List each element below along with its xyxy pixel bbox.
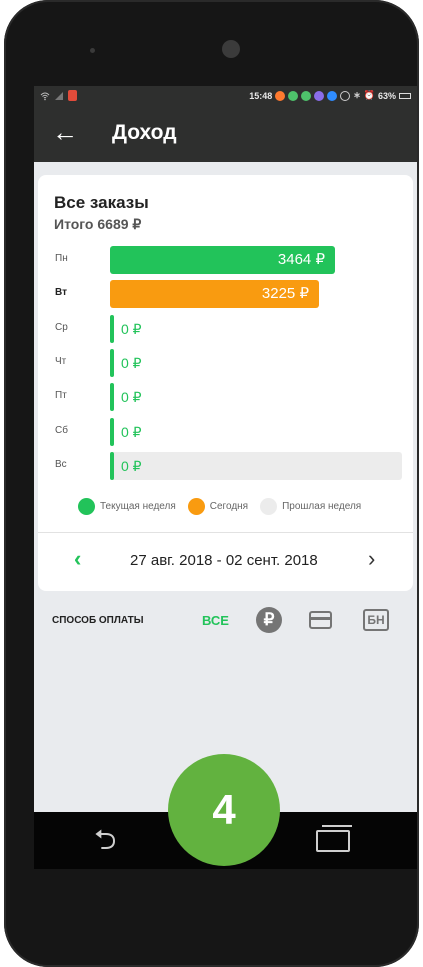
day-bar (110, 417, 114, 446)
day-value: 0 ₽ (121, 457, 142, 474)
day-label: Вс (55, 458, 67, 470)
status-right: 15:48 ∗ ⏰ 63% (249, 90, 411, 101)
battery-level: 63% (377, 90, 396, 101)
clock: 15:48 (249, 90, 273, 101)
signal-icon (54, 91, 64, 101)
chevron-right-icon[interactable]: › (368, 548, 375, 570)
day-value: 0 ₽ (121, 389, 142, 406)
day-label: Чт (55, 355, 67, 367)
alert-battery-icon (68, 90, 77, 101)
day-bar (110, 383, 114, 412)
legend-swatch (78, 498, 95, 515)
week-range: 27 авг. 2018 - 02 сент. 2018 (130, 552, 318, 569)
orders-title: Все заказы (54, 193, 149, 212)
app-screen: 15:48 ∗ ⏰ 63% ← Доход Все заказы Итого 6… (34, 86, 417, 869)
step-badge: 4 (168, 754, 280, 866)
back-icon[interactable]: ⮌ (94, 826, 116, 854)
legend-label: Текущая неделя (100, 501, 176, 512)
chart-legend: Текущая неделя Сегодня Прошлая неделя (78, 498, 367, 515)
day-value: 0 ₽ (121, 354, 142, 371)
day-label: Пт (55, 390, 67, 402)
chart-row: Пт 0 ₽ (38, 383, 413, 412)
day-value: 0 ₽ (121, 423, 142, 440)
day-label: Ср (55, 321, 68, 333)
legend-swatch (260, 498, 278, 515)
status-bar: 15:48 ∗ ⏰ 63% (34, 86, 417, 106)
income-card: Все заказы Итого 6689 ₽ Пн 3464 ₽ Вт 3225 ₽… (38, 175, 413, 591)
battery-icon (399, 92, 411, 99)
day-label: Пн (55, 253, 68, 264)
day-bar: 3225 ₽ (110, 280, 319, 309)
sync-icon (340, 90, 351, 101)
notification-icon (275, 90, 286, 101)
legend-label: Прошлая неделя (282, 501, 362, 512)
chart-row: Ср 0 ₽ (38, 314, 413, 343)
day-bar (110, 314, 114, 343)
day-bar (110, 451, 114, 480)
wifi-icon (40, 91, 50, 101)
chevron-left-icon[interactable]: ‹ (74, 548, 81, 570)
chart-row: Вт 3225 ₽ (38, 280, 413, 309)
chart-row: Чт 0 ₽ (38, 348, 413, 377)
arrow-left-icon[interactable]: ← (52, 118, 78, 146)
status-left (40, 90, 77, 101)
page-title: Доход (112, 121, 177, 144)
bluetooth-icon: ∗ (353, 90, 361, 100)
payment-method-label: СПОСОБ ОПЛАТЫ (52, 615, 144, 626)
day-label: Сб (55, 424, 68, 436)
divider (38, 532, 413, 533)
legend-swatch (187, 498, 205, 515)
payment-all-button[interactable]: ВСЕ (202, 613, 229, 628)
day-label: Вт (55, 287, 67, 299)
day-bar (110, 348, 114, 377)
legend-label: Сегодня (209, 501, 249, 512)
notification-icon (288, 90, 299, 101)
day-bar: 3464 ₽ (110, 246, 335, 274)
day-value: 0 ₽ (121, 320, 142, 337)
sensor-dot (90, 48, 95, 53)
legend-today: Сегодня (187, 498, 249, 515)
notification-icon (327, 90, 338, 101)
credit-card-icon[interactable] (309, 611, 332, 629)
legend-last-week: Прошлая неделя (260, 498, 361, 515)
alarm-icon: ⏰ (363, 90, 375, 100)
chart-row: Пн 3464 ₽ (38, 246, 413, 274)
recent-apps-icon[interactable] (316, 825, 352, 852)
chart-row: Сб 0 ₽ (38, 417, 413, 446)
cashless-button[interactable]: БН (363, 609, 389, 631)
orders-total: Итого 6689 ₽ (54, 216, 142, 232)
chart-row: Вс 0 ₽ (38, 451, 413, 480)
viber-icon (314, 90, 325, 101)
last-week-bar (110, 451, 402, 480)
app-bar: ← Доход (34, 106, 417, 162)
front-camera (222, 40, 240, 58)
cash-ruble-icon[interactable]: ₽ (256, 607, 282, 633)
notification-icon (301, 90, 312, 101)
legend-current-week: Текущая неделя (78, 498, 176, 515)
